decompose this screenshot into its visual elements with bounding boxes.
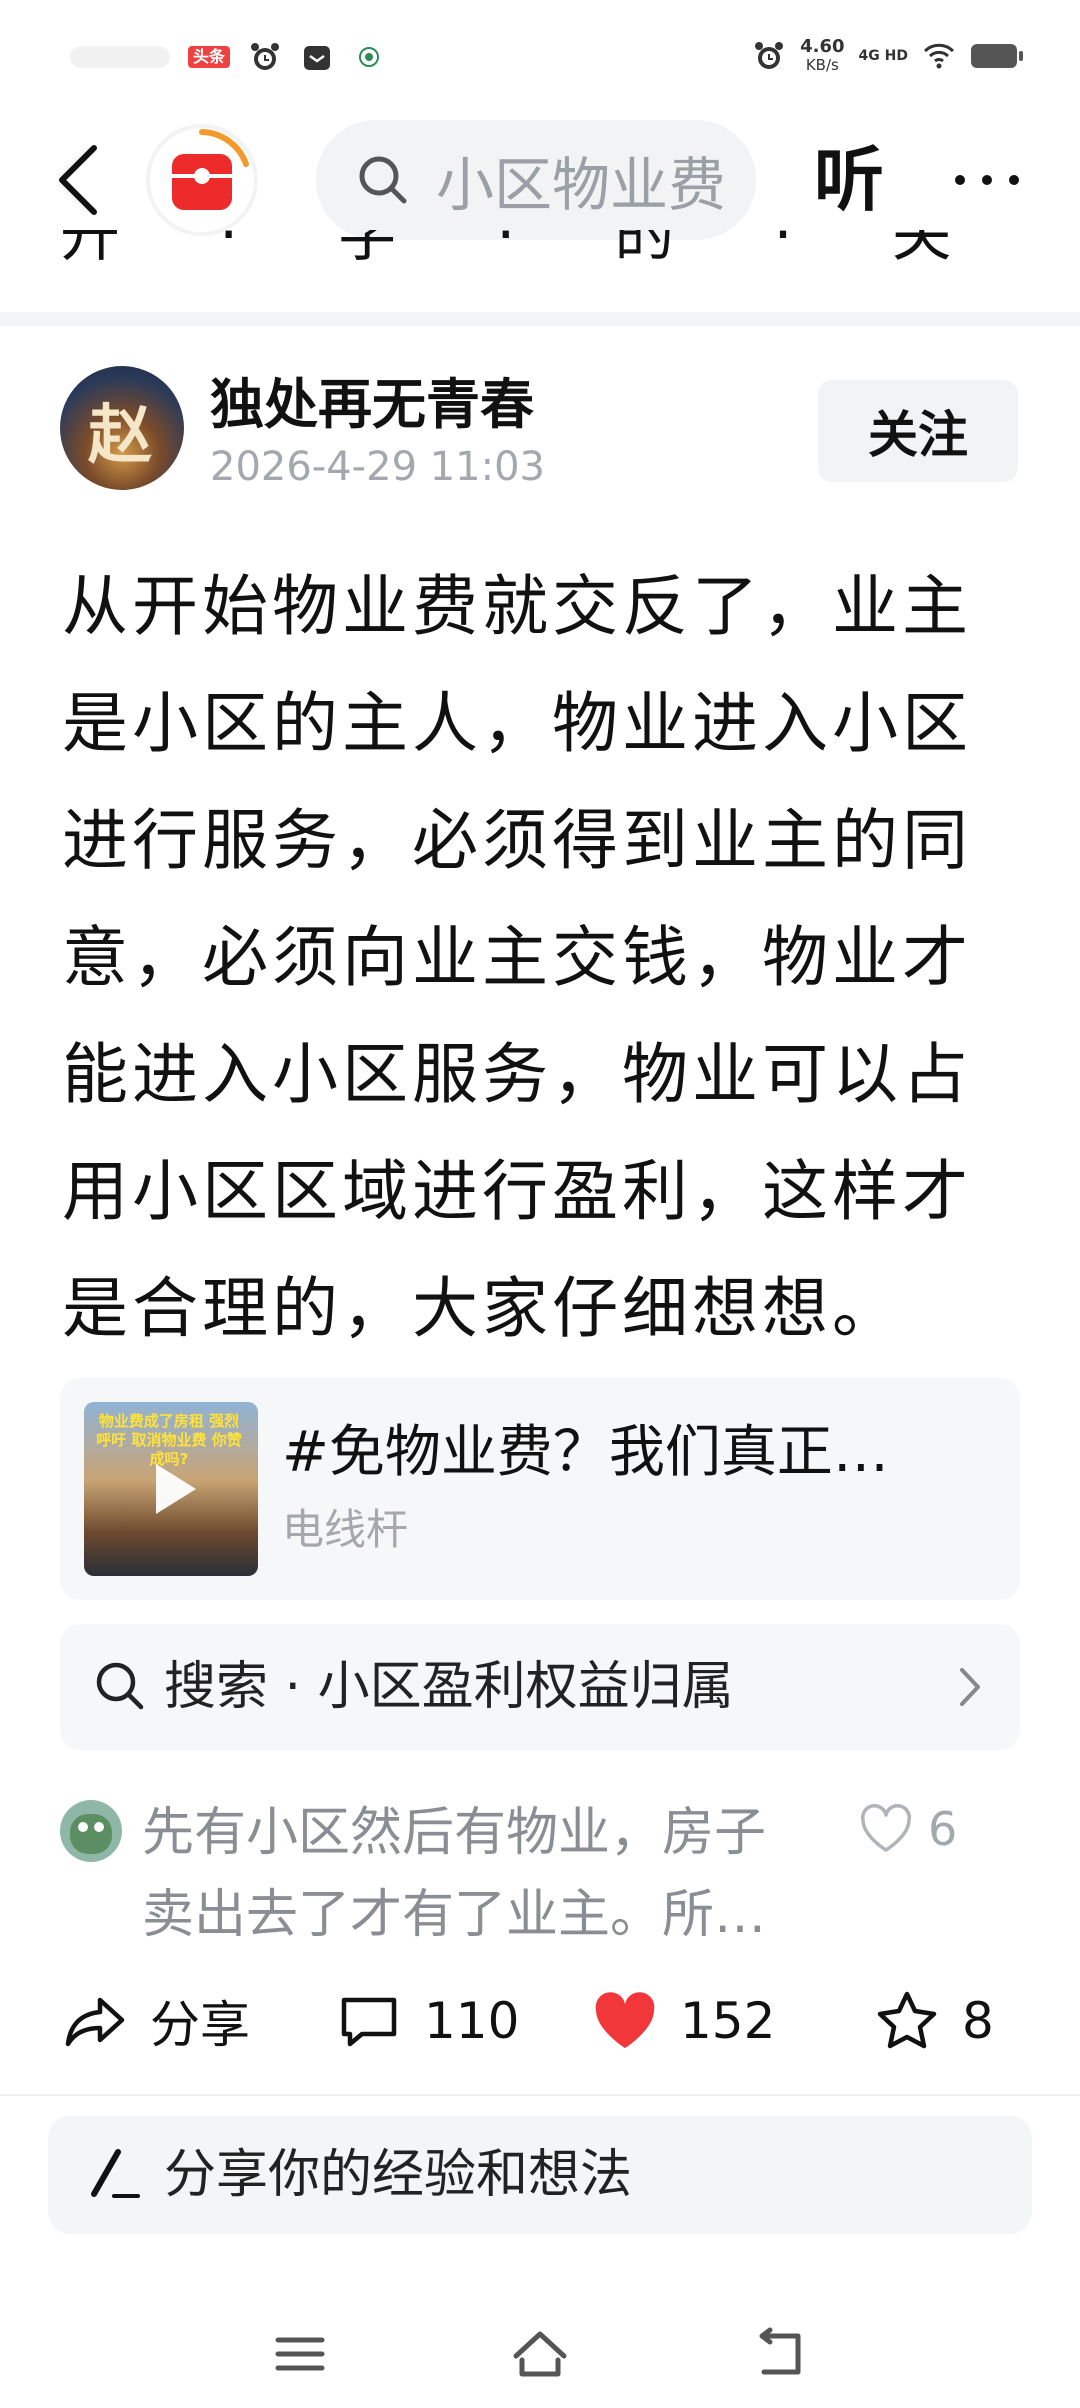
related-search-bar[interactable]: 搜索 · 小区盈利权益归属 <box>60 1624 1020 1750</box>
network-type: 4G HD <box>858 47 908 64</box>
status-left: 头条 <box>70 40 386 74</box>
heart-outline-icon <box>860 1804 912 1852</box>
message-box-icon <box>304 46 331 70</box>
share-label: 分享 <box>150 1996 250 2054</box>
post-body-text: 从开始物业费就交反了，业主是小区的主人，物业进入小区进行服务，必须得到业主的同意… <box>62 568 972 1347</box>
back-arrow-icon[interactable] <box>50 142 110 218</box>
toutiao-logo-button[interactable] <box>150 128 254 232</box>
status-bar: 头条 4.60 KB/s 4G HD <box>0 0 1080 120</box>
video-source: 电线杆 <box>282 1505 409 1554</box>
clipped-text: 开 · 字 · 的 · 关 · 一 · 题 <box>60 230 1020 260</box>
article-detail-page: 头条 4.60 KB/s 4G HD 小区物业费 听 赵 独处再无青春 2026… <box>0 0 1080 2408</box>
chevron-right-icon <box>960 1668 980 1706</box>
avatar-eye <box>78 1822 88 1832</box>
comment-button[interactable]: 110 <box>336 1966 519 2076</box>
share-button[interactable]: 分享 <box>62 1966 250 2076</box>
avatar-glyph: 赵 <box>88 398 152 473</box>
comment-like-button[interactable]: 6 <box>858 1802 957 1856</box>
related-search-text: 搜索 · 小区盈利权益归属 <box>164 1657 734 1717</box>
composer-placeholder: 分享你的经验和想法 <box>164 2145 633 2205</box>
video-title: #免物业费？我们真正… <box>282 1420 889 1485</box>
search-icon <box>359 156 407 204</box>
pen-icon <box>91 2149 140 2198</box>
frog-avatar-face <box>70 1814 112 1854</box>
commenter-avatar[interactable] <box>60 1800 122 1862</box>
back-nav-icon[interactable] <box>748 2322 812 2386</box>
search-icon <box>96 1662 144 1710</box>
speed-value: 4.60 <box>800 36 845 57</box>
like-count: 152 <box>680 1992 776 2050</box>
mobile-network-icon <box>359 47 380 67</box>
alarm-icon <box>755 42 784 69</box>
post-action-bar: 分享 110 152 8 <box>0 1966 1080 2076</box>
share-arrow-icon <box>65 1997 125 2047</box>
network-speed: 4.60 KB/s <box>800 36 845 75</box>
section-divider <box>0 312 1080 326</box>
follow-button[interactable]: 关注 <box>818 380 1018 482</box>
comment-count: 110 <box>424 1992 520 2050</box>
divider <box>0 2094 1080 2096</box>
more-options-icon[interactable] <box>950 150 1024 210</box>
toutiao-badge: 头条 <box>188 46 231 68</box>
menu-icon[interactable] <box>268 2322 332 2386</box>
heart-filled-icon <box>595 1992 655 2048</box>
battery-icon <box>971 44 1023 68</box>
top-nav-bar: 小区物业费 听 <box>0 120 1080 240</box>
carrier-blur <box>70 46 170 68</box>
post-timestamp: 2026-4-29 11:03 <box>210 444 545 490</box>
top-comment-text[interactable]: 先有小区然后有物业，房子卖出去了才有了业主。所… <box>142 1792 802 1956</box>
favorite-count: 8 <box>962 1992 994 2050</box>
search-query: 小区物业费 <box>436 151 727 219</box>
listen-button[interactable]: 听 <box>814 140 884 220</box>
star-outline-icon <box>877 1991 937 2049</box>
author-avatar[interactable]: 赵 <box>60 366 184 490</box>
alarm-clock-icon <box>251 43 280 70</box>
like-button[interactable]: 152 <box>592 1966 775 2076</box>
comment-like-count: 6 <box>928 1802 958 1856</box>
play-icon <box>156 1464 196 1514</box>
system-navigation-bar <box>0 2300 1080 2408</box>
favorite-button[interactable]: 8 <box>874 1966 994 2076</box>
comment-bubble-icon <box>341 1997 397 2047</box>
speed-unit: KB/s <box>805 56 839 74</box>
linked-video-card[interactable]: 物业费成了房租 强烈呼吁 取消物业费 你赞成吗? #免物业费？我们真正… 电线杆 <box>60 1378 1020 1600</box>
clipped-previous-text: 开 · 字 · 的 · 关 · 一 · 题 <box>60 230 1020 260</box>
red-packet-icon <box>172 154 232 210</box>
home-icon[interactable] <box>508 2322 572 2386</box>
wifi-icon <box>923 43 955 69</box>
status-right: 4.60 KB/s 4G HD <box>752 38 1024 74</box>
author-name[interactable]: 独处再无青春 <box>210 370 534 440</box>
search-bar[interactable]: 小区物业费 <box>316 120 756 240</box>
avatar-eye <box>94 1822 104 1832</box>
comment-composer[interactable]: 分享你的经验和想法 <box>48 2116 1032 2234</box>
video-thumbnail: 物业费成了房租 强烈呼吁 取消物业费 你赞成吗? <box>84 1402 258 1576</box>
